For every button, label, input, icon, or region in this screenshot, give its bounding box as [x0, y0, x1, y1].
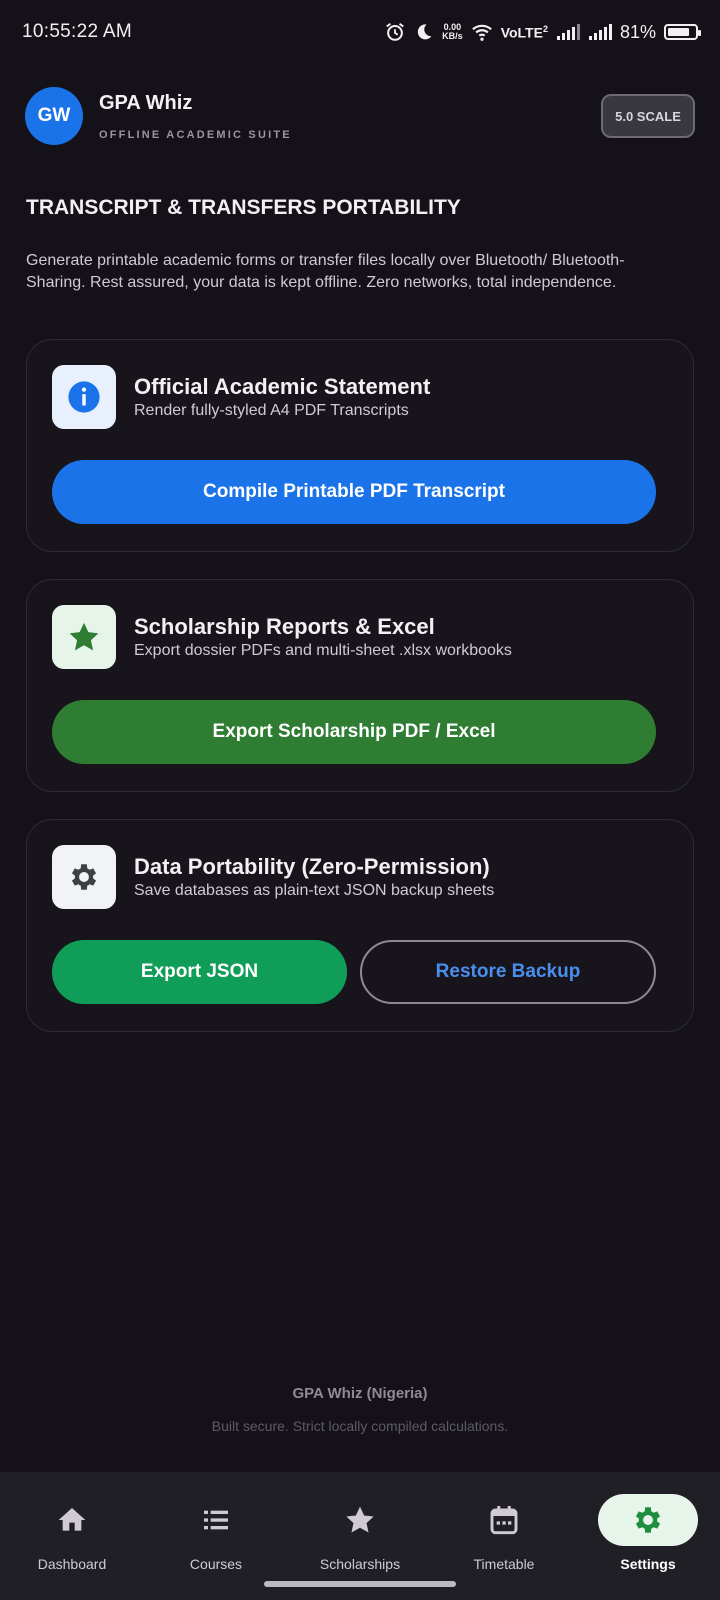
card-scholarship-reports: Scholarship Reports & Excel Export dossi… [26, 579, 694, 792]
card-text: Scholarship Reports & Excel Export dossi… [134, 614, 512, 660]
section-description: Generate printable academic forms or tra… [26, 252, 625, 291]
card-text: Official Academic Statement Render fully… [134, 374, 430, 420]
volte-indicator: VoLTE2 [501, 24, 548, 41]
card-title: Data Portability (Zero-Permission) [134, 854, 490, 879]
alarm-icon [386, 22, 405, 41]
export-json-button[interactable]: Export JSON [52, 940, 347, 1004]
card-data-portability: Data Portability (Zero-Permission) Save … [26, 819, 694, 1032]
gpa-whiz-settings-screen: 10:55:22 AM 0.00 KB/s VoLTE2 81% GW GPA … [0, 0, 720, 1600]
star-icon [346, 1506, 374, 1533]
nav-item-settings[interactable]: Settings [576, 1472, 720, 1600]
nav-label: Settings [620, 1556, 676, 1572]
card-header: Scholarship Reports & Excel Export dossi… [52, 605, 512, 669]
card-title: Official Academic Statement [134, 374, 431, 399]
footer-title: GPA Whiz (Nigeria) [292, 1385, 428, 1402]
card-subtitle: Export dossier PDFs and multi-sheet .xls… [134, 642, 512, 659]
app-tagline: OFFLINE ACADEMIC SUITE [99, 128, 292, 141]
list-icon [204, 1510, 228, 1530]
nav-label: Courses [189, 1556, 243, 1572]
volte-sup: 2 [542, 23, 548, 34]
nav-pill [310, 1494, 410, 1546]
card-icon-box [52, 365, 116, 429]
star-icon [69, 622, 99, 651]
nav-label: Timetable [473, 1556, 535, 1572]
nav-label: Scholarships [319, 1556, 401, 1572]
app-name: GPA Whiz [99, 91, 193, 114]
app-header: GW GPA Whiz OFFLINE ACADEMIC SUITE 5.0 S… [25, 86, 695, 146]
nav-pill [166, 1494, 266, 1546]
nav-pill-active [598, 1494, 698, 1546]
section-title: TRANSCRIPT & TRANSFERS PORTABILITY [26, 196, 461, 219]
nav-pill [454, 1494, 554, 1546]
gear-icon [635, 1507, 661, 1533]
footer-subtitle: Built secure. Strict locally compiled ca… [211, 1418, 509, 1434]
avatar[interactable]: GW [25, 87, 83, 145]
home-indicator[interactable] [264, 1581, 456, 1587]
status-icons: 0.00 KB/s VoLTE2 81% [384, 21, 701, 43]
export-scholarship-button[interactable]: Export Scholarship PDF / Excel [52, 700, 656, 764]
restore-backup-button[interactable]: Restore Backup [360, 940, 656, 1004]
info-icon [68, 381, 100, 413]
net-speed-unit: KB/s [442, 31, 463, 41]
brand-block: GPA Whiz OFFLINE ACADEMIC SUITE [99, 92, 601, 141]
battery-fill [668, 28, 690, 36]
card-icon-box [52, 605, 116, 669]
scale-chip[interactable]: 5.0 SCALE [601, 94, 695, 138]
battery-percent: 81% [619, 21, 656, 42]
card-subtitle: Render fully-styled A4 PDF Transcripts [134, 402, 409, 419]
home-icon [58, 1508, 86, 1531]
volte-label: VoLTE [500, 24, 543, 41]
moon-icon [417, 24, 432, 40]
signal-icon-2 [588, 24, 612, 40]
compile-pdf-button[interactable]: Compile Printable PDF Transcript [52, 460, 656, 524]
signal-icon-1 [556, 24, 580, 40]
card-academic-statement: Official Academic Statement Render fully… [26, 339, 694, 552]
card-subtitle: Save databases as plain-text JSON backup… [134, 882, 495, 899]
net-speed: 0.00 KB/s [442, 23, 463, 41]
nav-label: Dashboard [37, 1556, 107, 1572]
status-time: 10:55:22 AM [22, 21, 132, 42]
battery-icon [664, 24, 701, 40]
card-title: Scholarship Reports & Excel [134, 614, 435, 639]
wifi-icon [471, 24, 492, 41]
nav-item-dashboard[interactable]: Dashboard [0, 1472, 144, 1600]
card-header: Official Academic Statement Render fully… [52, 365, 430, 429]
status-bar: 10:55:22 AM 0.00 KB/s VoLTE2 81% [0, 0, 720, 64]
gear-icon [71, 864, 97, 890]
card-header: Data Portability (Zero-Permission) Save … [52, 845, 494, 909]
card-icon-box [52, 845, 116, 909]
card-text: Data Portability (Zero-Permission) Save … [134, 854, 494, 900]
calendar-icon [490, 1506, 518, 1535]
nav-pill [22, 1494, 122, 1546]
